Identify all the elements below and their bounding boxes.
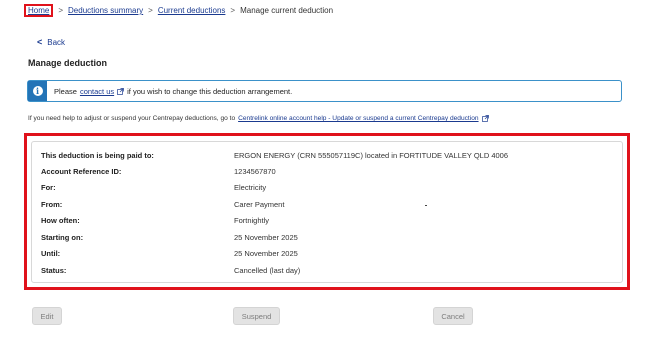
- detail-value: Cancelled (last day): [234, 266, 301, 275]
- external-link-icon: [117, 87, 124, 95]
- detail-row-account-reference: Account Reference ID: 1234567870: [41, 167, 276, 176]
- edit-button[interactable]: Edit: [32, 307, 62, 325]
- page-title: Manage deduction: [28, 58, 108, 68]
- detail-row-from: From: Carer Payment: [41, 200, 284, 209]
- info-icon: i: [32, 86, 43, 96]
- detail-row-paid-to: This deduction is being paid to: ERGON E…: [41, 151, 508, 160]
- deduction-details-card: This deduction is being paid to: ERGON E…: [31, 141, 623, 283]
- info-alert-accent: i: [28, 81, 47, 101]
- detail-label: For:: [41, 183, 56, 192]
- suspend-button[interactable]: Suspend: [233, 307, 280, 325]
- breadcrumb: Home > Deductions summary > Current dedu…: [24, 4, 334, 17]
- detail-value: 1234567870: [234, 167, 276, 176]
- info-alert-text: Please contact us if you wish to change …: [54, 87, 292, 96]
- back-link[interactable]: < Back: [37, 37, 65, 47]
- detail-value: Electricity: [234, 183, 267, 192]
- detail-value: ERGON ENERGY (CRN 555057119C) located in…: [234, 151, 509, 160]
- contact-us-link[interactable]: contact us: [80, 87, 114, 96]
- breadcrumb-current-deductions-link[interactable]: Current deductions: [158, 6, 226, 15]
- help-text-prefix: If you need help to adjust or suspend yo…: [28, 115, 236, 122]
- info-alert: i Please contact us if you wish to chang…: [27, 80, 622, 102]
- breadcrumb-current-page: Manage current deduction: [240, 6, 334, 15]
- centrelink-help-link[interactable]: Centrelink online account help - Update …: [238, 115, 478, 122]
- detail-row-until: Until: 25 November 2025: [41, 249, 298, 258]
- detail-label: This deduction is being paid to:: [41, 151, 154, 160]
- breadcrumb-separator: >: [148, 6, 153, 15]
- cancel-button[interactable]: Cancel: [433, 307, 473, 325]
- detail-row-how-often: How often: Fortnightly: [41, 216, 269, 225]
- detail-label: How often:: [41, 216, 80, 225]
- detail-row-for: For: Electricity: [41, 183, 266, 192]
- breadcrumb-separator: >: [58, 6, 64, 15]
- back-link-label: Back: [47, 37, 66, 47]
- detail-value: Fortnightly: [234, 216, 270, 225]
- detail-label: Account Reference ID:: [41, 167, 122, 176]
- breadcrumb-home-link[interactable]: Home: [24, 4, 54, 17]
- detail-value: 25 November 2025: [234, 249, 298, 258]
- breadcrumb-separator: >: [230, 6, 236, 15]
- help-text: If you need help to adjust or suspend yo…: [28, 115, 489, 122]
- detail-value: Carer Payment: [234, 200, 285, 209]
- chevron-left-icon: <: [37, 37, 43, 47]
- info-alert-prefix: Please: [54, 86, 77, 96]
- detail-label: From:: [41, 200, 63, 209]
- detail-value: 25 November 2025: [234, 233, 298, 242]
- detail-label: Status:: [41, 266, 67, 275]
- stray-dot: [425, 205, 427, 206]
- detail-label: Starting on:: [41, 233, 84, 242]
- detail-row-starting-on: Starting on: 25 November 2025: [41, 233, 298, 242]
- detail-row-status: Status: Cancelled (last day): [41, 266, 300, 275]
- external-link-icon: [481, 115, 489, 122]
- breadcrumb-deductions-summary-link[interactable]: Deductions summary: [68, 6, 143, 15]
- info-alert-suffix: if you wish to change this deduction arr…: [127, 86, 293, 96]
- detail-label: Until:: [41, 249, 61, 258]
